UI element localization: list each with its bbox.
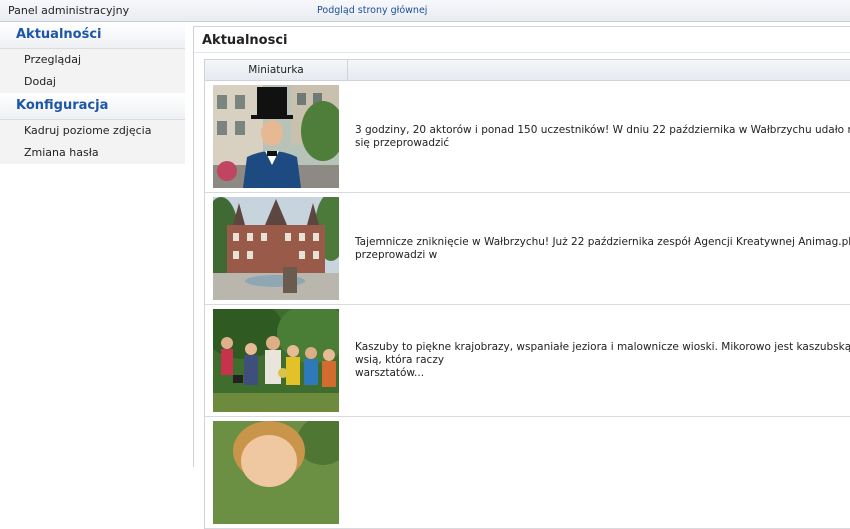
news-thumbnail[interactable] [213,197,339,300]
news-thumbnail[interactable] [213,421,339,524]
table-row[interactable]: Tajemnicze zniknięcie w Wałbrzychu! Już … [205,193,850,305]
news-excerpt: 3 godziny, 20 aktorów i ponad 150 uczest… [355,123,850,149]
news-thumbnail[interactable] [213,85,339,188]
sidebar-item-crop-photos[interactable]: Kadruj poziome zdjęcia [0,120,185,142]
news-excerpt: Kaszuby to piękne krajobrazy, wspaniałe … [355,341,850,379]
column-header-excerpt[interactable] [348,60,850,80]
column-header-thumbnail[interactable]: Miniaturka [205,60,348,80]
photo-town-hall [213,197,339,300]
sidebar-item-add[interactable]: Dodaj [0,71,185,93]
sidebar-item-browse[interactable]: Przeglądaj [0,49,185,71]
photo-man-top-hat [213,85,339,188]
sidebar-item-change-password[interactable]: Zmiana hasła [0,142,185,164]
table-header: Miniaturka [205,60,850,81]
sidebar: Aktualności Przeglądaj Dodaj Konfiguracj… [0,22,185,462]
app-title: Panel administracyjny [8,4,130,17]
sidebar-section-config[interactable]: Konfiguracja [0,93,185,120]
table-row[interactable]: Kaszuby to piękne krajobrazy, wspaniałe … [205,305,850,417]
content-panel: Aktualnosci Miniaturka 3 godziny, 20 akt… [193,26,850,529]
sidebar-section-news[interactable]: Aktualności [0,22,185,49]
home-preview-link[interactable]: Podgląd strony głównej [317,5,427,16]
photo-child-portrait [213,421,339,524]
news-table: Miniaturka 3 godziny, 20 aktorów i ponad… [204,59,850,529]
news-excerpt [355,417,850,528]
page-title: Aktualnosci [202,33,288,48]
title-divider [194,52,850,53]
top-bar: Panel administracyjny Podgląd strony głó… [0,0,850,22]
table-row[interactable] [205,417,850,529]
photo-group-kids [213,309,339,412]
news-excerpt: Tajemnicze zniknięcie w Wałbrzychu! Już … [355,235,850,261]
news-thumbnail[interactable] [213,309,339,412]
table-row[interactable]: 3 godziny, 20 aktorów i ponad 150 uczest… [205,81,850,193]
